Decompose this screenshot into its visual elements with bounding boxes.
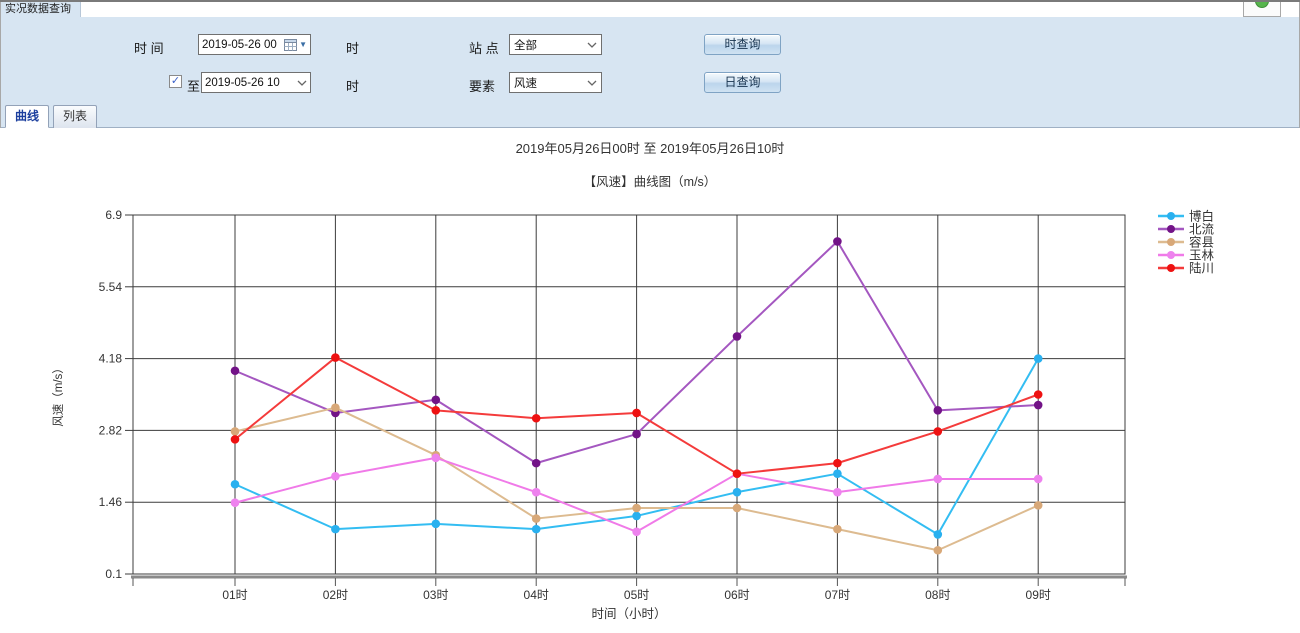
realtime-data-query-window: 实况数据查询 时 间 2019-05-26 00 ▼ 时 站 点 — [0, 0, 1300, 633]
svg-text:1.46: 1.46 — [99, 495, 123, 509]
svg-text:4.18: 4.18 — [99, 352, 123, 366]
title-bar: 实况数据查询 — [1, 2, 1299, 17]
hour-suffix-row2: 时 — [346, 76, 359, 95]
chevron-down-icon — [587, 42, 597, 48]
green-status-icon — [1255, 2, 1269, 8]
wind-speed-line-chart: 2019年05月26日00时 至 2019年05月26日10时【风速】曲线图（m… — [0, 128, 1300, 633]
chart-content: 2019年05月26日00时 至 2019年05月26日10时【风速】曲线图（m… — [0, 128, 1300, 633]
corner-button[interactable] — [1243, 2, 1281, 17]
hour-query-button[interactable]: 时查询 — [704, 34, 781, 55]
chevron-down-icon — [587, 80, 597, 86]
svg-text:6.9: 6.9 — [105, 208, 122, 222]
svg-text:2.82: 2.82 — [99, 423, 123, 437]
element-select[interactable]: 风速 — [509, 72, 602, 93]
start-time-value: 2019-05-26 00 — [202, 39, 284, 51]
element-selected-value: 风速 — [514, 75, 587, 91]
svg-text:北流: 北流 — [1189, 223, 1215, 237]
to-checkbox[interactable]: ✓ — [169, 75, 182, 88]
station-selected-value: 全部 — [514, 37, 587, 53]
svg-text:06时: 06时 — [724, 588, 749, 602]
element-label: 要素 — [469, 76, 495, 95]
svg-text:0.1: 0.1 — [105, 567, 122, 581]
end-time-input[interactable]: 2019-05-26 10 — [201, 72, 311, 93]
end-time-value: 2019-05-26 10 — [205, 77, 297, 89]
time-label: 时 间 — [134, 38, 164, 57]
window-title-tab[interactable]: 实况数据查询 — [1, 2, 81, 17]
svg-text:02时: 02时 — [323, 588, 348, 602]
chevron-down-icon[interactable] — [297, 80, 307, 86]
svg-text:04时: 04时 — [524, 588, 549, 602]
svg-text:陆川: 陆川 — [1189, 261, 1214, 276]
svg-text:05时: 05时 — [624, 588, 649, 602]
svg-text:03时: 03时 — [423, 588, 448, 602]
svg-text:时间（小时）: 时间（小时） — [591, 607, 666, 621]
date-dropdown-icon[interactable]: ▼ — [299, 41, 307, 49]
svg-text:09时: 09时 — [1026, 588, 1051, 602]
station-select[interactable]: 全部 — [509, 34, 602, 55]
svg-text:博白: 博白 — [1189, 209, 1214, 224]
svg-text:08时: 08时 — [925, 588, 950, 602]
calendar-icon[interactable] — [284, 39, 297, 51]
start-time-input[interactable]: 2019-05-26 00 ▼ — [198, 34, 311, 55]
hour-suffix-row1: 时 — [346, 38, 359, 57]
svg-text:07时: 07时 — [825, 588, 850, 602]
tab-curve[interactable]: 曲线 — [5, 105, 49, 128]
svg-text:风速（m/s）: 风速（m/s） — [52, 362, 65, 427]
query-panel: 时 间 2019-05-26 00 ▼ 时 站 点 全部 — [1, 17, 1299, 102]
svg-text:【风速】曲线图（m/s）: 【风速】曲线图（m/s） — [584, 175, 717, 189]
svg-text:玉林: 玉林 — [1189, 249, 1215, 263]
svg-text:2019年05月26日00时 至 2019年05月26日10: 2019年05月26日00时 至 2019年05月26日10时 — [516, 141, 785, 156]
tab-strip: 曲线 列表 — [1, 102, 1299, 128]
station-label: 站 点 — [469, 38, 499, 57]
svg-text:01时: 01时 — [222, 588, 247, 602]
svg-text:容县: 容县 — [1189, 235, 1214, 250]
to-label: 至 — [187, 76, 200, 95]
tab-list[interactable]: 列表 — [53, 105, 97, 128]
svg-text:5.54: 5.54 — [99, 280, 123, 294]
day-query-button[interactable]: 日查询 — [704, 72, 781, 93]
